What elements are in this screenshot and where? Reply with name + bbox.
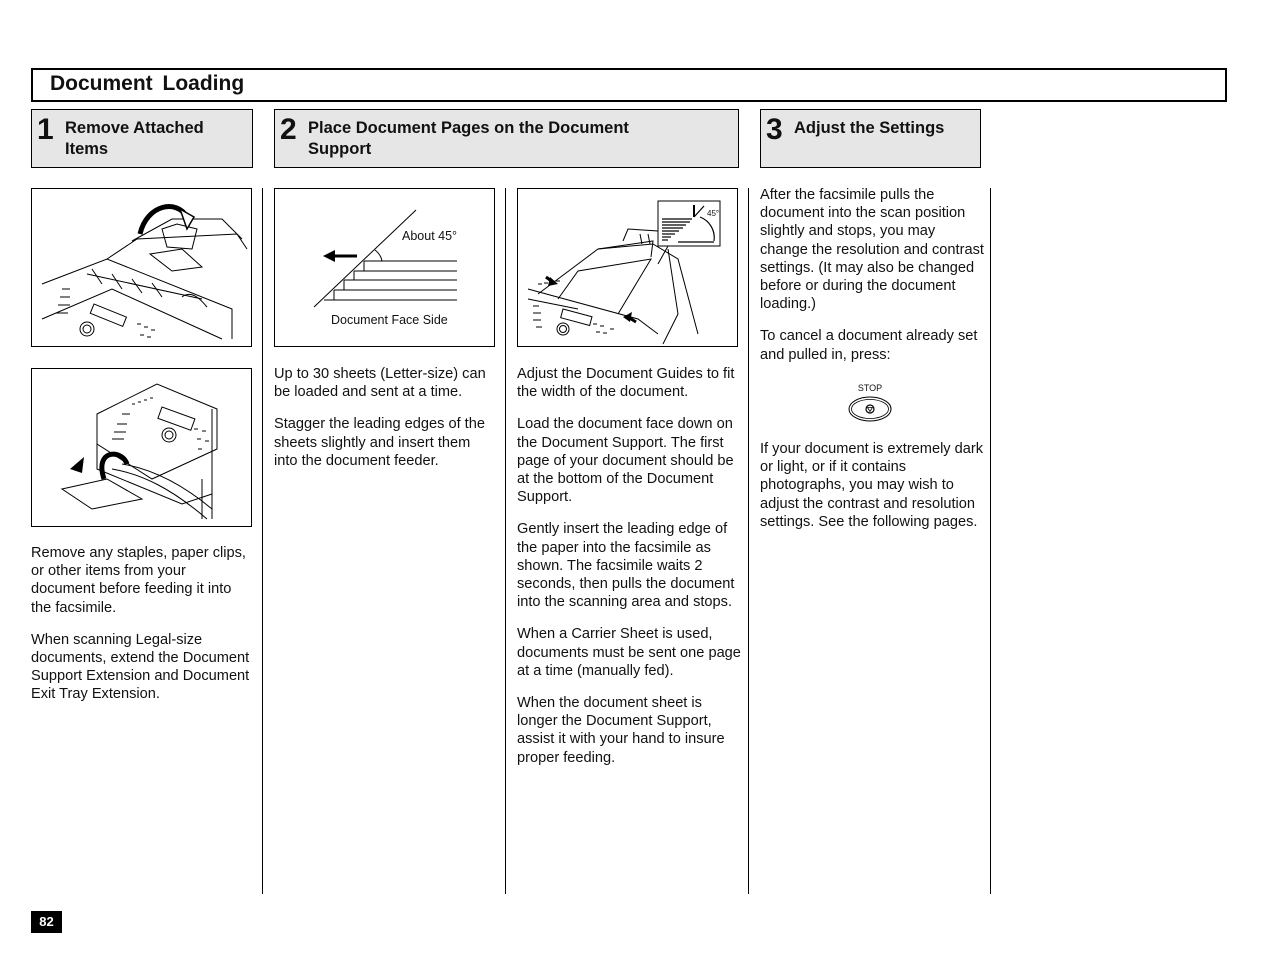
step-label: Remove Attached Items xyxy=(65,119,204,158)
stop-button-illustration: STOP xyxy=(847,383,893,425)
paragraph: After the facsimile pulls the document i… xyxy=(760,187,984,313)
paragraph: If your document is extremely dark or li… xyxy=(760,441,984,530)
figure-document-guides: 45° xyxy=(517,188,738,347)
page-number: 82 xyxy=(31,911,62,933)
step-2-header: 2 Place Document Pages on the Document S… xyxy=(274,109,739,168)
paragraph: Adjust the Document Guides to fit the wi… xyxy=(517,366,735,401)
paragraph: When scanning Legal-size documents, exte… xyxy=(31,631,250,703)
paragraph: To cancel a document already set and pul… xyxy=(760,328,978,363)
step-label: Adjust the Settings xyxy=(794,119,945,137)
paragraph: Gently insert the leading edge of the pa… xyxy=(517,521,735,611)
fax-exit-tray-illustration xyxy=(60,383,218,520)
step-1-instructions: Remove any staples, paper clips, or othe… xyxy=(31,544,253,718)
figure-stagger-diagram: About 45° Document Face Side xyxy=(274,188,495,347)
step-3-instructions: After the facsimile pulls the document i… xyxy=(760,186,984,378)
paragraph: When the document sheet is longer the Do… xyxy=(517,695,725,766)
column-divider xyxy=(505,188,506,894)
step-2-guides-instructions: Adjust the Document Guides to fit the wi… xyxy=(517,365,741,781)
paragraph: Stagger the leading edges of the sheets … xyxy=(274,416,485,469)
figure-support-extension xyxy=(31,188,252,347)
step-2-stagger-instructions: Up to 30 sheets (Letter-size) can be loa… xyxy=(274,365,496,484)
paragraph: Up to 30 sheets (Letter-size) can be loa… xyxy=(274,366,486,401)
paragraph: When a Carrier Sheet is used, documents … xyxy=(517,626,741,679)
fax-machine-illustration xyxy=(41,204,248,340)
stop-icon xyxy=(848,396,892,422)
column-divider xyxy=(748,188,749,894)
step-label: Place Document Pages on the Document Sup… xyxy=(308,119,629,158)
paragraph: Remove any staples, paper clips, or othe… xyxy=(31,545,246,616)
column-divider xyxy=(262,188,263,894)
inset-angle-label: 45° xyxy=(707,209,720,218)
angle-label: About 45° xyxy=(402,229,458,243)
column-divider xyxy=(990,188,991,894)
step-number: 3 xyxy=(766,113,783,146)
document-guides-illustration xyxy=(527,200,721,345)
page-title-bar: Document Loading xyxy=(31,68,1227,102)
page-title: Document Loading xyxy=(50,72,245,95)
step-3-contrast-note: If your document is extremely dark or li… xyxy=(760,440,984,545)
step-3-header: 3 Adjust the Settings xyxy=(760,109,981,168)
step-number: 2 xyxy=(280,113,297,146)
face-side-label: Document Face Side xyxy=(331,313,448,327)
step-number: 1 xyxy=(37,113,54,146)
paragraph: Load the document face down on the Docum… xyxy=(517,416,734,506)
step-1-header: 1 Remove Attached Items xyxy=(31,109,253,168)
figure-exit-tray-extension xyxy=(31,368,252,527)
